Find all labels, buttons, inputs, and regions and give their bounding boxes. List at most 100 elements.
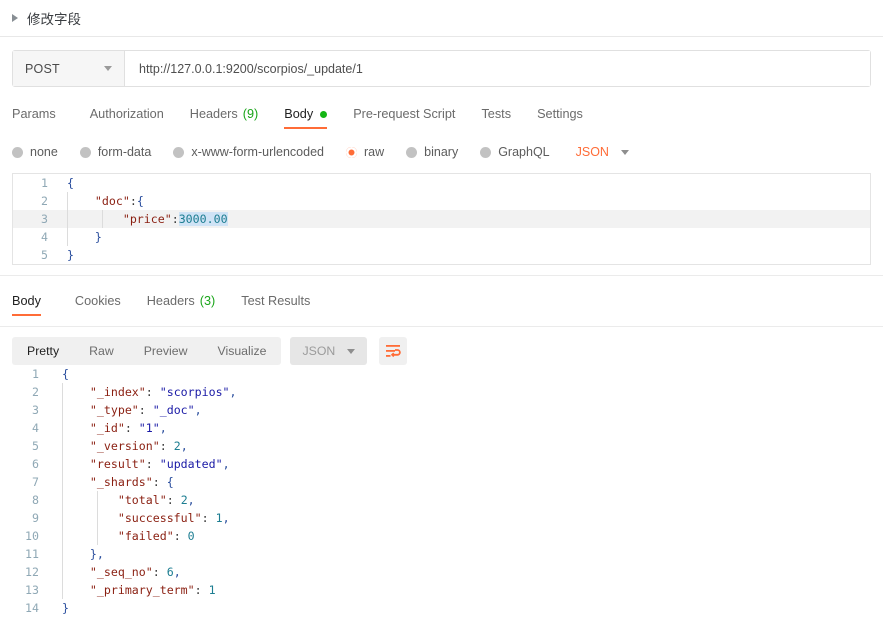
- code-line: 3 "price":3000.00: [13, 210, 870, 228]
- body-type-options: none form-data x-www-form-urlencoded raw bin…: [12, 141, 883, 163]
- code-line: 12 "_seq_no": 6,: [0, 563, 883, 581]
- tab-headers[interactable]: Headers (9): [177, 107, 271, 129]
- code-text[interactable]: {: [48, 365, 69, 383]
- code-text[interactable]: "result": "updated",: [48, 455, 230, 473]
- word-wrap-icon[interactable]: [379, 337, 408, 365]
- indent-guide: [62, 455, 63, 473]
- code-line: 6 "result": "updated",: [0, 455, 883, 473]
- code-text[interactable]: {: [57, 174, 74, 192]
- code-text[interactable]: "doc":{: [57, 192, 144, 210]
- response-format-pretty[interactable]: Pretty: [12, 337, 74, 365]
- request-format-select[interactable]: JSON: [576, 145, 629, 159]
- code-text[interactable]: }: [48, 599, 69, 617]
- tab-tests[interactable]: Tests: [468, 107, 524, 129]
- code-text[interactable]: "failed": 0: [48, 527, 195, 545]
- tab-authorization[interactable]: Authorization: [77, 107, 177, 129]
- tab-label: Body: [12, 294, 41, 308]
- code-text[interactable]: }: [57, 246, 74, 264]
- indent-guide: [97, 491, 98, 509]
- line-number: 8: [32, 493, 39, 507]
- body-type-form-data[interactable]: form-data: [79, 145, 151, 159]
- response-format-preview[interactable]: Preview: [129, 337, 203, 365]
- url-input[interactable]: http://127.0.0.1:9200/scorpios/_update/1: [125, 51, 870, 86]
- code-text[interactable]: "_seq_no": 6,: [48, 563, 181, 581]
- line-number: 12: [25, 565, 39, 579]
- tab-label: Tests: [481, 107, 512, 121]
- code-line: 3 "_type": "_doc",: [0, 401, 883, 419]
- tab-label: Test Results: [241, 294, 311, 308]
- folder-header[interactable]: 修改字段: [0, 0, 883, 37]
- code-text[interactable]: }: [57, 228, 102, 246]
- body-type-label: x-www-form-urlencoded: [191, 145, 324, 159]
- code-text[interactable]: "total": 2,: [48, 491, 195, 509]
- caret-right-icon[interactable]: [12, 14, 18, 22]
- tab-label: Settings: [537, 107, 583, 121]
- code-line: 10 "failed": 0: [0, 527, 883, 545]
- method-label: POST: [25, 61, 60, 76]
- code-line: 11 },: [0, 545, 883, 563]
- line-number: 9: [32, 511, 39, 525]
- code-text[interactable]: "_shards": {: [48, 473, 174, 491]
- code-line: 13 "_primary_term": 1: [0, 581, 883, 599]
- response-tab-headers[interactable]: Headers (3): [134, 294, 228, 316]
- code-line: 1{: [0, 365, 883, 383]
- chevron-down-icon: [104, 66, 112, 71]
- request-url-bar: POST http://127.0.0.1:9200/scorpios/_upd…: [12, 50, 871, 87]
- line-number: 13: [25, 583, 39, 597]
- response-tab-test-results[interactable]: Test Results: [228, 294, 323, 316]
- tab-pre-request-script[interactable]: Pre-request Script: [340, 107, 468, 129]
- tab-label: Params: [12, 107, 56, 121]
- code-text[interactable]: "price":3000.00: [57, 210, 228, 228]
- response-format-raw[interactable]: Raw: [74, 337, 129, 365]
- indent-guide: [62, 527, 63, 545]
- code-text[interactable]: "_type": "_doc",: [48, 401, 202, 419]
- method-select[interactable]: POST: [13, 51, 125, 86]
- body-type-label: raw: [364, 145, 385, 159]
- response-tab-body[interactable]: Body: [12, 294, 54, 316]
- indent-guide: [62, 383, 63, 401]
- line-number: 11: [25, 547, 39, 561]
- body-type-x-www-form-urlencoded[interactable]: x-www-form-urlencoded: [173, 145, 324, 159]
- code-text[interactable]: },: [48, 545, 104, 563]
- code-text[interactable]: "_version": 2,: [48, 437, 188, 455]
- code-line: 1{: [13, 174, 870, 192]
- tab-params[interactable]: Params: [12, 107, 69, 129]
- body-type-binary[interactable]: binary: [406, 145, 458, 159]
- line-number: 4: [41, 230, 48, 244]
- line-number: 4: [32, 421, 39, 435]
- request-body-editor[interactable]: 1{2 "doc":{3 "price":3000.00 4 } 5}: [12, 173, 871, 265]
- tab-count: (9): [242, 107, 259, 121]
- radio-icon: [12, 146, 23, 158]
- line-number: 3: [41, 212, 48, 226]
- line-number: 6: [32, 457, 39, 471]
- line-number: 5: [41, 248, 48, 262]
- code-text[interactable]: "_id": "1",: [48, 419, 167, 437]
- body-type-raw[interactable]: raw: [346, 145, 384, 159]
- tab-body[interactable]: Body: [271, 107, 340, 129]
- line-number: 1: [41, 176, 48, 190]
- code-text[interactable]: "_index": "scorpios",: [48, 383, 237, 401]
- code-line: 7 "_shards": {: [0, 473, 883, 491]
- request-tabs: Params Authorization Headers (9) Body Pre-req…: [12, 99, 883, 129]
- line-number: 10: [25, 529, 39, 543]
- code-line: 8 "total": 2,: [0, 491, 883, 509]
- response-tabs: Body Cookies Headers (3) Test Results: [12, 288, 883, 316]
- body-type-graphql[interactable]: GraphQL: [480, 145, 550, 159]
- response-tab-cookies[interactable]: Cookies: [62, 294, 134, 316]
- response-format-visualize[interactable]: Visualize: [202, 337, 281, 365]
- line-number: 2: [41, 194, 48, 208]
- word-wrap-glyph: [386, 345, 402, 358]
- code-line: 4 }: [13, 228, 870, 246]
- code-line: 9 "successful": 1,: [0, 509, 883, 527]
- code-text[interactable]: "successful": 1,: [48, 509, 230, 527]
- chevron-down-icon: [620, 149, 629, 155]
- tab-settings[interactable]: Settings: [524, 107, 596, 129]
- code-text[interactable]: "_primary_term": 1: [48, 581, 216, 599]
- indent-guide: [67, 192, 68, 210]
- indent-guide: [62, 473, 63, 491]
- response-body-viewer[interactable]: 1{2 "_index": "scorpios", 3 "_type": "_do…: [0, 365, 883, 617]
- response-format-select[interactable]: JSON: [290, 337, 368, 365]
- line-number: 1: [32, 367, 39, 381]
- indent-guide: [62, 509, 63, 527]
- body-type-none[interactable]: none: [12, 145, 58, 159]
